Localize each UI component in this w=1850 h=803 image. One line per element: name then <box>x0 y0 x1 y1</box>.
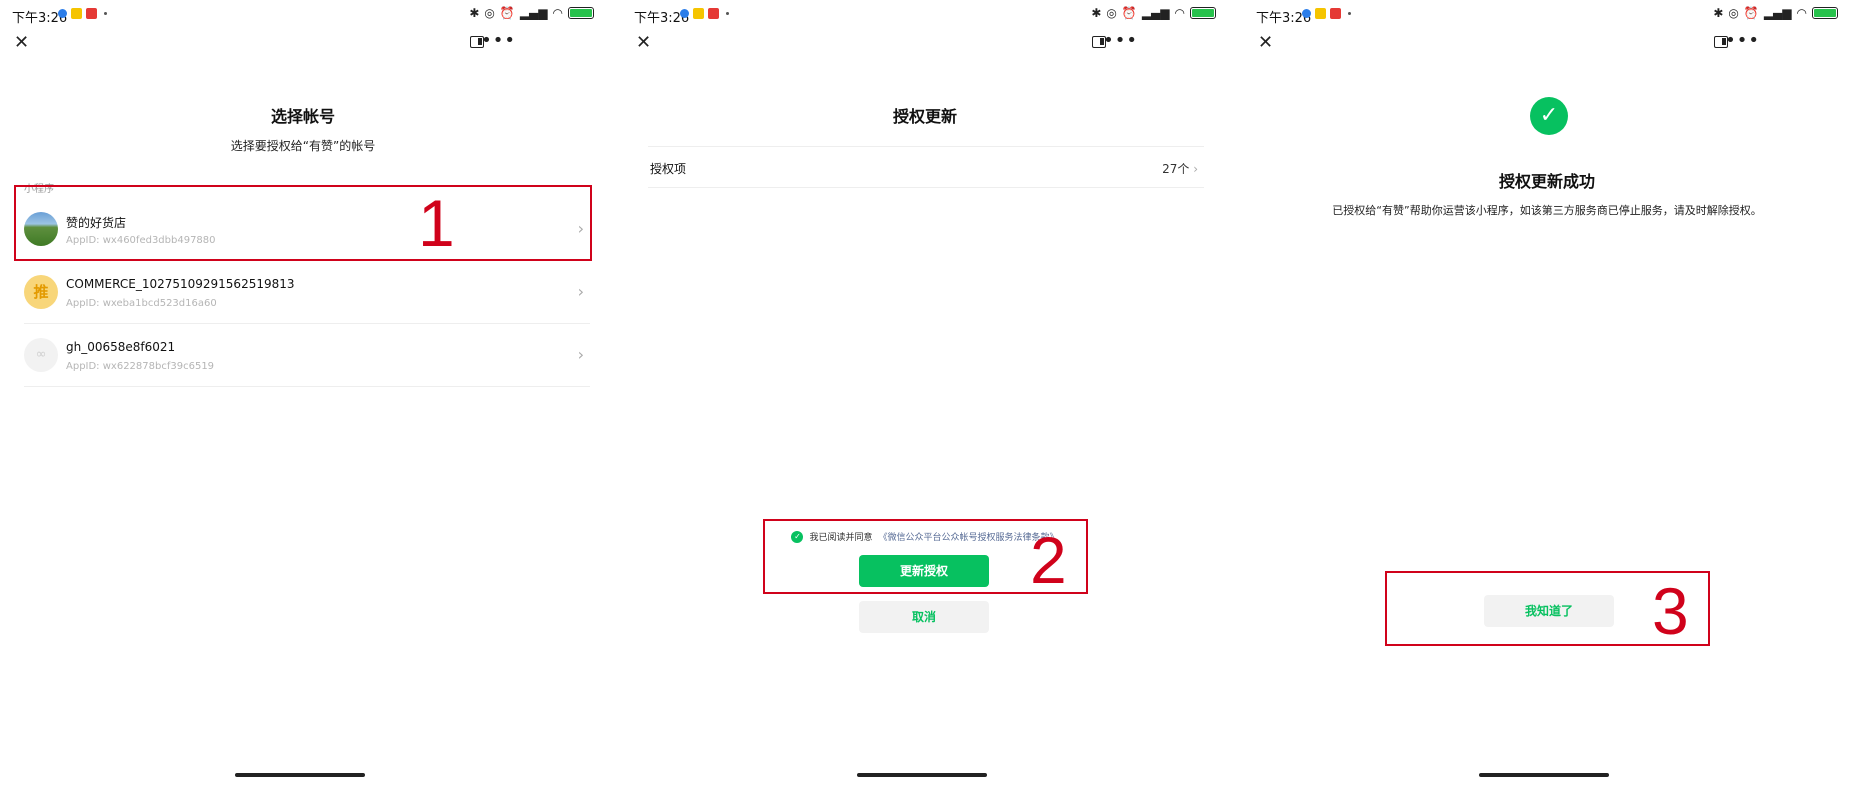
more-icon[interactable]: ••• <box>1103 30 1138 51</box>
annotation-box <box>14 185 592 261</box>
step-number: 1 <box>418 186 455 260</box>
account-name: COMMERCE_10275109291562519813 <box>66 277 295 291</box>
close-icon[interactable]: ✕ <box>636 34 651 52</box>
home-indicator <box>235 773 365 777</box>
more-icon[interactable]: ••• <box>1725 30 1760 51</box>
account-appid: AppID: wx622878bcf39c6519 <box>66 361 215 372</box>
status-bar: 下午3:26 ✱ ◎ ⏰ ▂▄▆ ◠ <box>622 0 1228 28</box>
chevron-right-icon: › <box>577 282 584 301</box>
account-appid: AppID: wxeba1bcd523d16a60 <box>66 298 217 309</box>
chevron-right-icon: › <box>1193 162 1198 176</box>
system-icons: ✱ ◎ ⏰ ▂▄▆ ◠ <box>1091 6 1216 20</box>
notification-icons <box>58 8 107 19</box>
account-name: gh_00658e8f6021 <box>66 340 176 354</box>
mute-icon: ◎ <box>1728 6 1739 20</box>
battery-icon <box>568 7 594 19</box>
more-notifications-icon <box>104 12 107 15</box>
status-bar: 下午3:26 ✱ ◎ ⏰ ▂▄▆ ◠ <box>0 0 606 28</box>
battery-icon <box>1812 7 1838 19</box>
close-icon[interactable]: ✕ <box>1258 34 1273 52</box>
screen-authorization-success: 下午3:26 ✱ ◎ ⏰ ▂▄▆ ◠ ✕ ••• ✓ 授权更新成功 已授权给“有… <box>1244 0 1850 803</box>
app-notification-icon <box>1302 9 1311 18</box>
app-notification-icon <box>58 9 67 18</box>
screen-update-authorization: 下午3:26 ✱ ◎ ⏰ ▂▄▆ ◠ ✕ ••• 授权更新 授权项 27个 › … <box>622 0 1228 803</box>
app-notification-icon <box>708 8 719 19</box>
mute-icon: ◎ <box>1106 6 1117 20</box>
alarm-icon: ⏰ <box>499 6 515 20</box>
app-notification-icon <box>1315 8 1326 19</box>
bluetooth-icon: ✱ <box>1713 6 1724 20</box>
account-item[interactable]: 推 COMMERCE_10275109291562519813 AppID: w… <box>24 261 590 324</box>
app-notification-icon <box>693 8 704 19</box>
alarm-icon: ⏰ <box>1121 6 1137 20</box>
more-notifications-icon <box>1348 12 1351 15</box>
success-check-icon: ✓ <box>1530 97 1568 135</box>
mute-icon: ◎ <box>484 6 495 20</box>
bluetooth-icon: ✱ <box>469 6 480 20</box>
row-value: 27个 › <box>1162 162 1198 176</box>
cancel-button[interactable]: 取消 <box>859 601 989 633</box>
status-bar: 下午3:26 ✱ ◎ ⏰ ▂▄▆ ◠ <box>1244 0 1850 28</box>
more-icon[interactable]: ••• <box>481 30 516 51</box>
app-notification-icon <box>680 9 689 18</box>
page-title: 授权更新成功 <box>1498 172 1595 191</box>
signal-icon: ▂▄▆ <box>1763 6 1792 20</box>
home-indicator <box>1479 773 1609 777</box>
wifi-icon: ◠ <box>1796 6 1807 20</box>
signal-icon: ▂▄▆ <box>1141 6 1170 20</box>
screen-select-account: 下午3:26 ✱ ◎ ⏰ ▂▄▆ ◠ ✕ ••• 选择帐号 选择要授权给“有赞”… <box>0 0 606 803</box>
app-notification-icon <box>1330 8 1341 19</box>
home-indicator <box>857 773 987 777</box>
row-label: 授权项 <box>650 162 687 176</box>
notification-icons <box>680 8 729 19</box>
signal-icon: ▂▄▆ <box>519 6 548 20</box>
page-title: 选择帐号 <box>270 107 335 126</box>
more-notifications-icon <box>726 12 729 15</box>
success-description: 已授权给“有赞”帮助你运营该小程序，如该第三方服务商已停止服务，请及时解除授权。 <box>1332 204 1762 217</box>
system-icons: ✱ ◎ ⏰ ▂▄▆ ◠ <box>1713 6 1838 20</box>
app-notification-icon <box>86 8 97 19</box>
bluetooth-icon: ✱ <box>1091 6 1102 20</box>
system-icons: ✱ ◎ ⏰ ▂▄▆ ◠ <box>469 6 594 20</box>
wifi-icon: ◠ <box>552 6 563 20</box>
close-icon[interactable]: ✕ <box>14 34 29 52</box>
step-number: 2 <box>1030 523 1067 597</box>
battery-icon <box>1190 7 1216 19</box>
avatar: 推 <box>24 275 58 309</box>
alarm-icon: ⏰ <box>1743 6 1759 20</box>
chevron-right-icon: › <box>577 345 584 364</box>
app-notification-icon <box>71 8 82 19</box>
notification-icons <box>1302 8 1351 19</box>
link-icon: ∞ <box>24 338 58 372</box>
account-item[interactable]: ∞ gh_00658e8f6021 AppID: wx622878bcf39c6… <box>24 324 590 387</box>
page-subtitle: 选择要授权给“有赞”的帐号 <box>230 139 376 153</box>
page-title: 授权更新 <box>892 107 957 126</box>
authorization-items-row[interactable]: 授权项 27个 › <box>648 146 1204 188</box>
wifi-icon: ◠ <box>1174 6 1185 20</box>
step-number: 3 <box>1652 574 1689 648</box>
